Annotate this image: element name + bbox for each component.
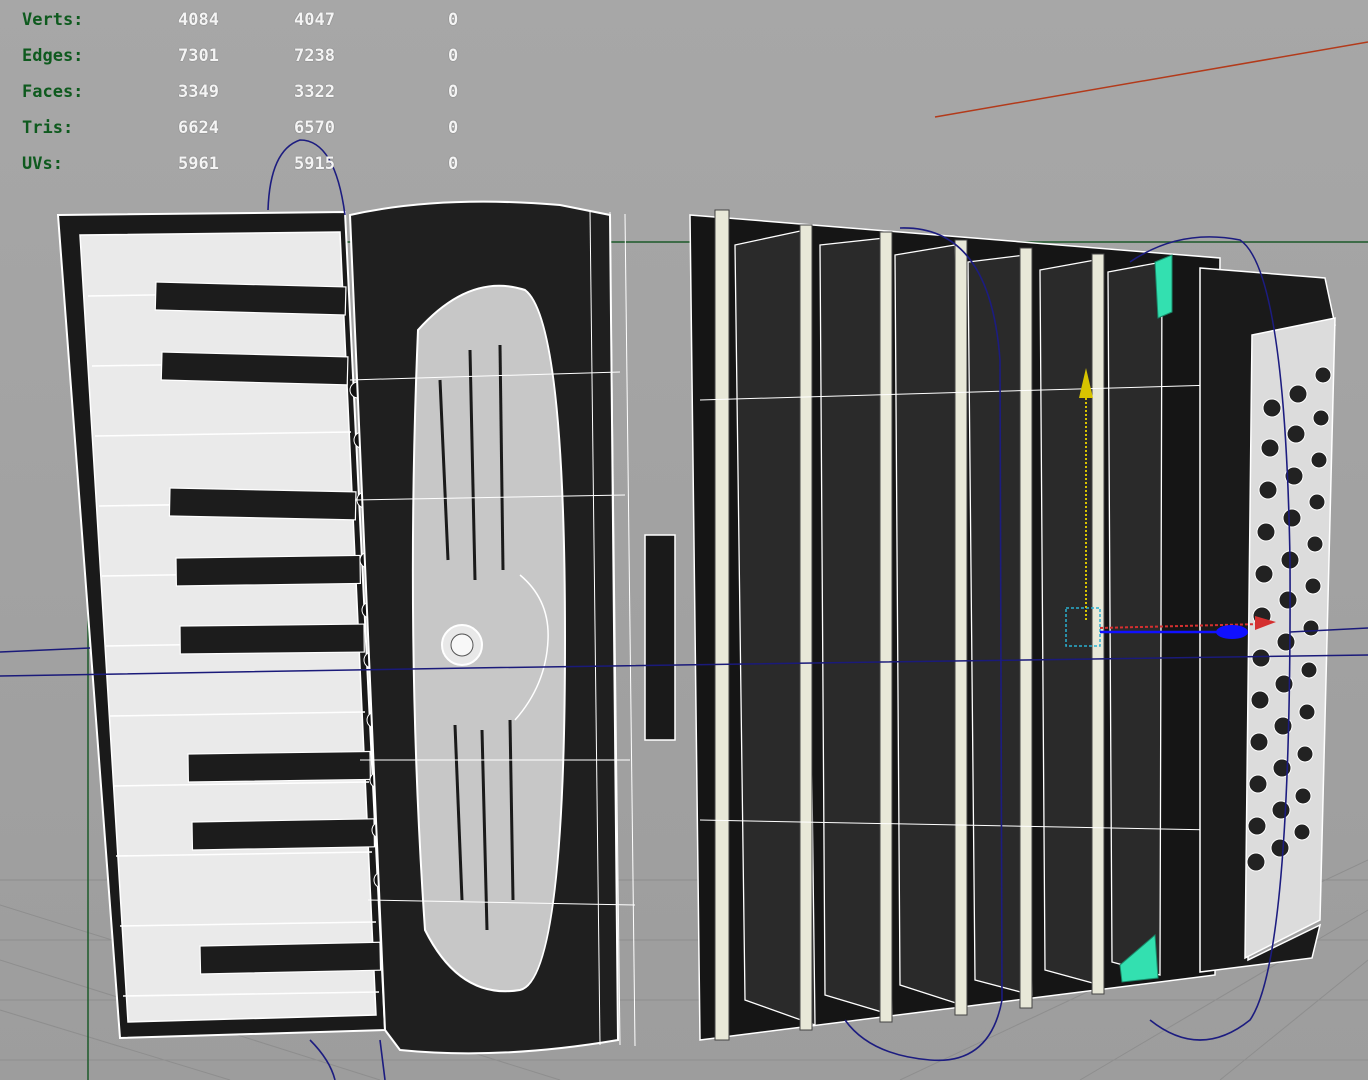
hud-label: Faces: [22, 82, 84, 102]
hud-selected-value: 7238 [294, 46, 335, 66]
hud-total-value: 4084 [178, 10, 219, 30]
hud-row: Tris: 6624 6570 0 [22, 110, 482, 146]
hud-total-value: 7301 [178, 46, 219, 66]
hud-label: Verts: [22, 10, 84, 30]
gizmo-z-arrow-icon[interactable] [1216, 625, 1248, 639]
accordion-body[interactable] [348, 200, 676, 1055]
accordion-keyboard[interactable] [56, 210, 391, 1040]
hud-selected-value: 3322 [294, 82, 335, 102]
grille-panel [411, 284, 567, 993]
hud-selected-value: 6570 [294, 118, 335, 138]
hud-extra-value: 0 [448, 46, 459, 66]
hud-total-value: 5961 [178, 154, 219, 174]
hud-extra-value: 0 [448, 82, 459, 102]
hud-label: Edges: [22, 46, 84, 66]
hud-label: UVs: [22, 154, 63, 174]
hud-row: Faces: 3349 3322 0 [22, 74, 482, 110]
accordion-bellows[interactable] [689, 209, 1221, 1041]
hud-row: UVs: 5961 5915 0 [22, 146, 482, 182]
hud-extra-value: 0 [448, 118, 459, 138]
hud-total-value: 6624 [178, 118, 219, 138]
selection-handle-top[interactable] [1154, 254, 1173, 319]
hud-label: Tris: [22, 118, 74, 138]
hud-row: Edges: 7301 7238 0 [22, 38, 482, 74]
x-world-axis-line [934, 41, 1368, 118]
3d-viewport[interactable]: Verts: 4084 4047 0 Edges: 7301 7238 0 Faces: 3349… [0, 0, 1368, 1080]
hud-selected-value: 5915 [294, 154, 335, 174]
poly-count-hud: Verts: 4084 4047 0 Edges: 7301 7238 0 Faces: 3349… [22, 2, 482, 182]
hud-total-value: 3349 [178, 82, 219, 102]
hud-extra-value: 0 [448, 10, 459, 30]
hud-extra-value: 0 [448, 154, 459, 174]
body-latch [644, 534, 676, 741]
hud-row: Verts: 4084 4047 0 [22, 2, 482, 38]
hud-selected-value: 4047 [294, 10, 335, 30]
